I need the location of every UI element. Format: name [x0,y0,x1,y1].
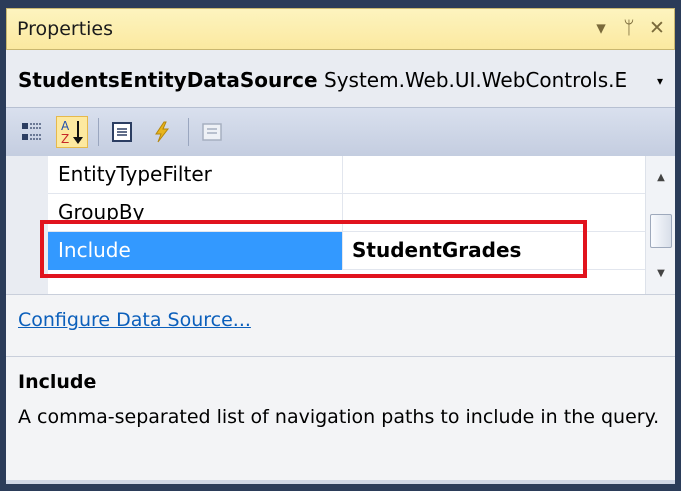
grid-gutter [6,156,48,294]
property-name: EntityTypeFilter [58,162,212,186]
chevron-down-icon[interactable]: ▾ [651,70,669,92]
pin-icon[interactable]: ᛘ [618,15,640,41]
property-name: Include [58,238,131,262]
property-row-selected[interactable]: Include StudentGrades [48,232,645,270]
configure-data-source-link[interactable]: Configure Data Source... [18,309,251,331]
commands-pane: Configure Data Source... [6,294,675,356]
toolbar-separator [98,118,99,146]
properties-toolbar: A Z [6,108,675,156]
property-pages-button[interactable] [196,116,228,148]
window-menu-dropdown-icon[interactable]: ▾ [590,15,612,41]
alphabetical-icon: A Z [61,119,83,146]
properties-icon [112,122,132,142]
property-name: GroupBy [58,200,145,224]
events-button[interactable] [146,116,178,148]
description-title: Include [18,371,97,393]
property-grid: EntityTypeFilter GroupBy Include Student… [6,156,675,294]
events-icon [155,121,170,143]
alphabetical-button[interactable]: A Z [56,116,88,148]
svg-text:Z: Z [61,132,69,146]
toolbar-separator [188,118,189,146]
column-divider [342,194,343,232]
window-title: Properties [17,18,114,40]
object-type: System.Web.UI.WebControls.E [324,68,628,92]
description-pane: Include A comma-separated list of naviga… [6,356,675,480]
properties-button[interactable] [106,116,138,148]
property-pages-icon [202,123,222,141]
svg-text:A: A [61,119,70,133]
categorized-icon [22,123,42,140]
title-bar[interactable]: Properties ▾ ᛘ ✕ [6,8,675,50]
vertical-scrollbar[interactable]: ▲ ▼ [645,156,675,294]
object-name: StudentsEntityDataSource [18,68,318,92]
column-divider [342,156,343,194]
scroll-up-icon[interactable]: ▲ [646,164,675,190]
scroll-down-icon[interactable]: ▼ [646,260,675,286]
property-row[interactable]: GroupBy [48,194,645,232]
title-bar-buttons: ▾ ᛘ ✕ [590,15,668,41]
properties-panel: StudentsEntityDataSource System.Web.UI.W… [6,50,675,484]
categorized-button[interactable] [16,116,48,148]
description-text: A comma-separated list of navigation pat… [18,406,660,428]
scrollbar-thumb[interactable] [650,214,672,248]
column-divider [342,232,343,270]
close-icon[interactable]: ✕ [646,15,668,41]
object-selector[interactable]: StudentsEntityDataSource System.Web.UI.W… [6,50,675,108]
property-value[interactable]: StudentGrades [352,238,521,262]
property-row[interactable]: EntityTypeFilter [48,156,645,194]
properties-window: Properties ▾ ᛘ ✕ StudentsEntityDataSourc… [0,0,681,491]
